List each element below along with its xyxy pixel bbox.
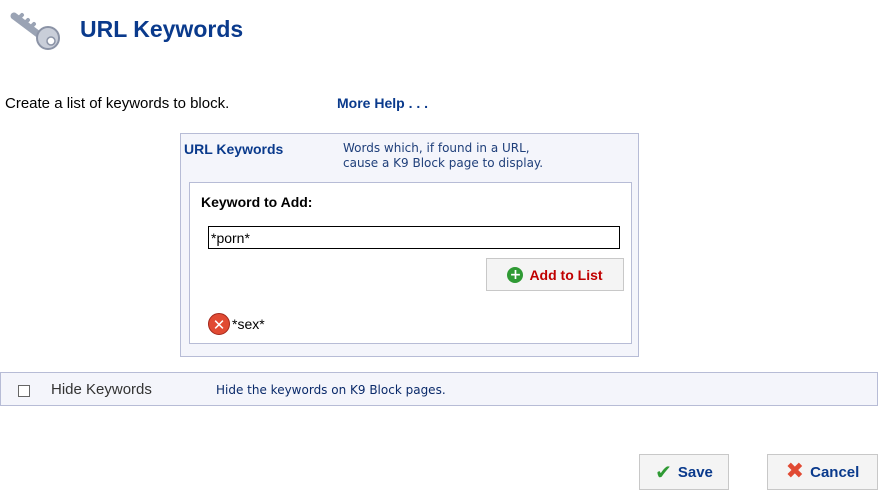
- x-icon: ✖: [785, 459, 805, 484]
- keywords-panel-title: URL Keywords: [184, 141, 284, 157]
- key-icon: [8, 10, 70, 50]
- checkmark-icon: ✔: [655, 460, 672, 484]
- cancel-button[interactable]: ✖ Cancel: [767, 454, 878, 490]
- keyword-list-item: ✕ *sex*: [208, 312, 265, 336]
- save-label: Save: [677, 463, 713, 481]
- page-title: URL Keywords: [80, 16, 244, 42]
- keyword-to-add-label: Keyword to Add:: [201, 194, 313, 210]
- intro-text: Create a list of keywords to block.: [5, 95, 230, 112]
- add-to-list-label: Add to List: [529, 266, 603, 283]
- hide-keywords-description: Hide the keywords on K9 Block pages.: [216, 383, 446, 397]
- add-to-list-button[interactable]: + Add to List: [486, 258, 624, 291]
- keywords-panel-description: Words which, if found in a URL, cause a …: [343, 141, 543, 171]
- delete-icon[interactable]: ✕: [208, 313, 230, 335]
- plus-circle-icon: +: [507, 266, 524, 283]
- keywords-panel-description-line1: Words which, if found in a URL,: [343, 141, 530, 155]
- keywords-panel-description-line2: cause a K9 Block page to display.: [343, 156, 544, 170]
- keyword-input[interactable]: [208, 226, 620, 249]
- cancel-label: Cancel: [810, 463, 860, 481]
- save-button[interactable]: ✔ Save: [639, 454, 729, 490]
- more-help-link[interactable]: More Help . . .: [337, 95, 428, 111]
- hide-keywords-label: Hide Keywords: [51, 381, 152, 398]
- hide-keywords-checkbox[interactable]: [18, 385, 30, 397]
- keyword-item-text: *sex*: [232, 316, 265, 332]
